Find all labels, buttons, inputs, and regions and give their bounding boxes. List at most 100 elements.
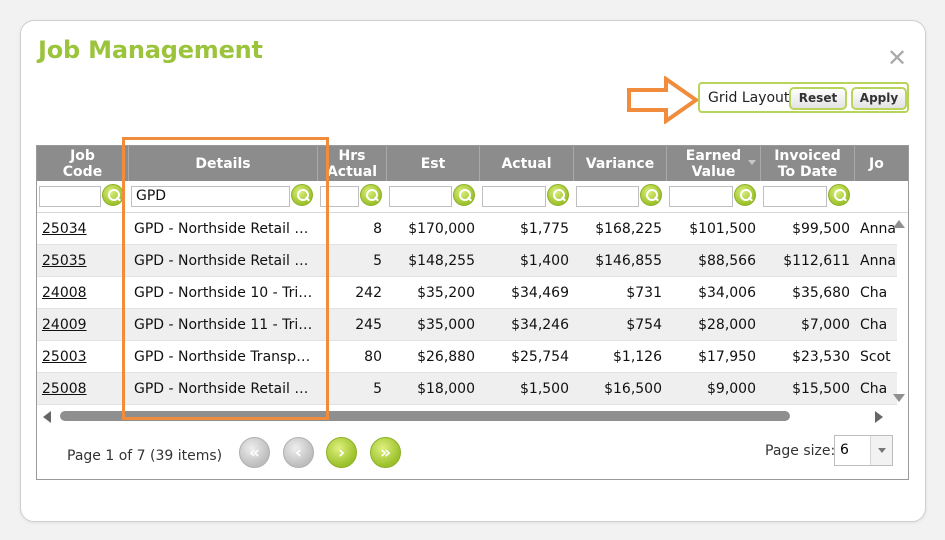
cell-code[interactable]: 24008 (37, 277, 129, 309)
cell-invoiced: $15,500 (792, 381, 850, 397)
column-header-label: Earned Value (686, 148, 741, 180)
cell-code[interactable]: 25008 (37, 373, 129, 405)
column-header-earned[interactable]: Earned Value (667, 146, 761, 181)
last-page-button[interactable]: » (370, 437, 401, 468)
table-row[interactable]: 25003 GPD - Northside Transportation 80 $26… (37, 341, 897, 373)
search-icon[interactable] (734, 184, 756, 206)
scroll-left-icon[interactable] (43, 411, 51, 423)
pager: Page 1 of 7 (39 items) « ‹ › » Page size… (37, 426, 908, 479)
column-header-line: Value (691, 163, 736, 180)
close-icon[interactable]: ✕ (886, 46, 908, 70)
table-row[interactable]: 25008 GPD - Northside Retail Building 5 $18… (37, 373, 897, 405)
cell-invoiced: $99,500 (792, 221, 850, 237)
reset-button[interactable]: Reset (789, 87, 847, 110)
page-size-select[interactable]: 6 (834, 435, 893, 466)
grid-layout-label: Grid Layout (708, 90, 790, 106)
cell-hrs: 245 (355, 317, 382, 333)
column-header-actual[interactable]: Actual (480, 146, 574, 181)
column-header-line: Details (195, 155, 251, 172)
cell-job: Cha (860, 381, 888, 397)
cell-job: Cha (860, 285, 888, 301)
cell-code[interactable]: 25035 (37, 245, 129, 277)
page-size-label: Page size: (765, 443, 836, 459)
filter-input-details[interactable]: GPD (131, 186, 290, 207)
next-page-button[interactable]: › (326, 437, 357, 468)
grid-header: Job Code Details Hrs Actual Est Actual Variance… (37, 146, 908, 181)
cell-details: GPD - Northside 10 - Trim Work (134, 285, 318, 301)
search-icon[interactable] (828, 184, 850, 206)
page-size-value: 6 (840, 442, 849, 458)
column-header-details[interactable]: Details (129, 146, 318, 181)
cell-code[interactable]: 25003 (37, 341, 129, 373)
first-page-button[interactable]: « (239, 437, 270, 468)
column-header-hrs[interactable]: Hrs Actual (318, 146, 387, 181)
sort-arrow-icon[interactable] (748, 160, 756, 165)
scroll-right-icon[interactable] (875, 411, 883, 423)
column-header-label: Hrs Actual (327, 148, 377, 180)
apply-button[interactable]: Apply (851, 87, 907, 110)
column-header-line: To Date (777, 163, 838, 180)
cell-actual: $34,469 (511, 285, 569, 301)
filter-input-invoiced[interactable] (763, 186, 827, 207)
filter-input-est[interactable] (389, 186, 452, 207)
cell-job: Anna (860, 253, 896, 269)
cell-code[interactable]: 24009 (37, 309, 129, 341)
search-icon[interactable] (102, 184, 124, 206)
job-grid: Job Code Details Hrs Actual Est Actual Variance… (36, 145, 909, 480)
column-header-code[interactable]: Job Code (37, 146, 129, 181)
filter-input-actual[interactable] (482, 186, 546, 207)
cell-est: $170,000 (408, 221, 475, 237)
column-header-label: Variance (586, 156, 654, 172)
cell-est: $18,000 (417, 381, 475, 397)
cell-invoiced: $7,000 (801, 317, 850, 333)
table-row[interactable]: 25034 GPD - Northside Retail Building 8 $17… (37, 213, 897, 245)
cell-actual: $34,246 (511, 317, 569, 333)
column-header-variance[interactable]: Variance (574, 146, 667, 181)
cell-earned: $28,000 (698, 317, 756, 333)
column-header-job[interactable]: Jo (855, 146, 908, 181)
cell-actual: $1,500 (520, 381, 569, 397)
cell-est: $35,200 (417, 285, 475, 301)
column-header-line: Variance (585, 155, 655, 172)
chevron-down-icon[interactable] (870, 436, 892, 465)
cell-details: GPD - Northside 11 - Trim Work (134, 317, 318, 333)
search-icon[interactable] (453, 184, 475, 206)
cell-est: $148,255 (408, 253, 475, 269)
table-row[interactable]: 24008 GPD - Northside 10 - Trim Work 242 $3… (37, 277, 897, 309)
table-row[interactable]: 24009 GPD - Northside 11 - Trim Work 245 $3… (37, 309, 897, 341)
cell-earned: $34,006 (698, 285, 756, 301)
vertical-scrollbar[interactable] (897, 213, 908, 407)
cell-hrs: 242 (355, 285, 382, 301)
cell-invoiced: $35,680 (792, 285, 850, 301)
filter-input-hrs[interactable] (320, 186, 359, 207)
cell-earned: $17,950 (698, 349, 756, 365)
cell-details: GPD - Northside Retail Building (134, 381, 318, 397)
search-icon[interactable] (547, 184, 569, 206)
prev-page-button[interactable]: ‹ (283, 437, 314, 468)
horizontal-scrollbar[interactable] (37, 408, 908, 424)
filter-input-code[interactable] (39, 186, 101, 207)
column-header-label: Invoiced To Date (774, 148, 841, 180)
search-icon[interactable] (360, 184, 382, 206)
cell-variance: $146,855 (595, 253, 662, 269)
column-header-invoiced[interactable]: Invoiced To Date (761, 146, 855, 181)
cell-actual: $25,754 (511, 349, 569, 365)
column-header-label: Jo (869, 156, 884, 172)
scroll-down-icon[interactable] (893, 394, 905, 402)
cell-actual: $1,775 (520, 221, 569, 237)
column-header-label: Actual (501, 156, 551, 172)
search-icon[interactable] (291, 184, 313, 206)
horizontal-scroll-thumb[interactable] (60, 411, 790, 421)
table-row[interactable]: 25035 GPD - Northside Retail Building 5 $14… (37, 245, 897, 277)
dialog-title: Job Management (38, 36, 263, 64)
grid-layout-panel: Grid Layout Reset Apply (698, 82, 909, 113)
filter-input-variance[interactable] (576, 186, 639, 207)
column-header-est[interactable]: Est (387, 146, 480, 181)
column-header-line: Est (420, 155, 446, 172)
search-icon[interactable] (640, 184, 662, 206)
cell-variance: $16,500 (604, 381, 662, 397)
cell-hrs: 8 (373, 221, 382, 237)
cell-code[interactable]: 25034 (37, 213, 129, 245)
filter-input-earned[interactable] (669, 186, 733, 207)
scroll-up-icon[interactable] (893, 220, 905, 228)
